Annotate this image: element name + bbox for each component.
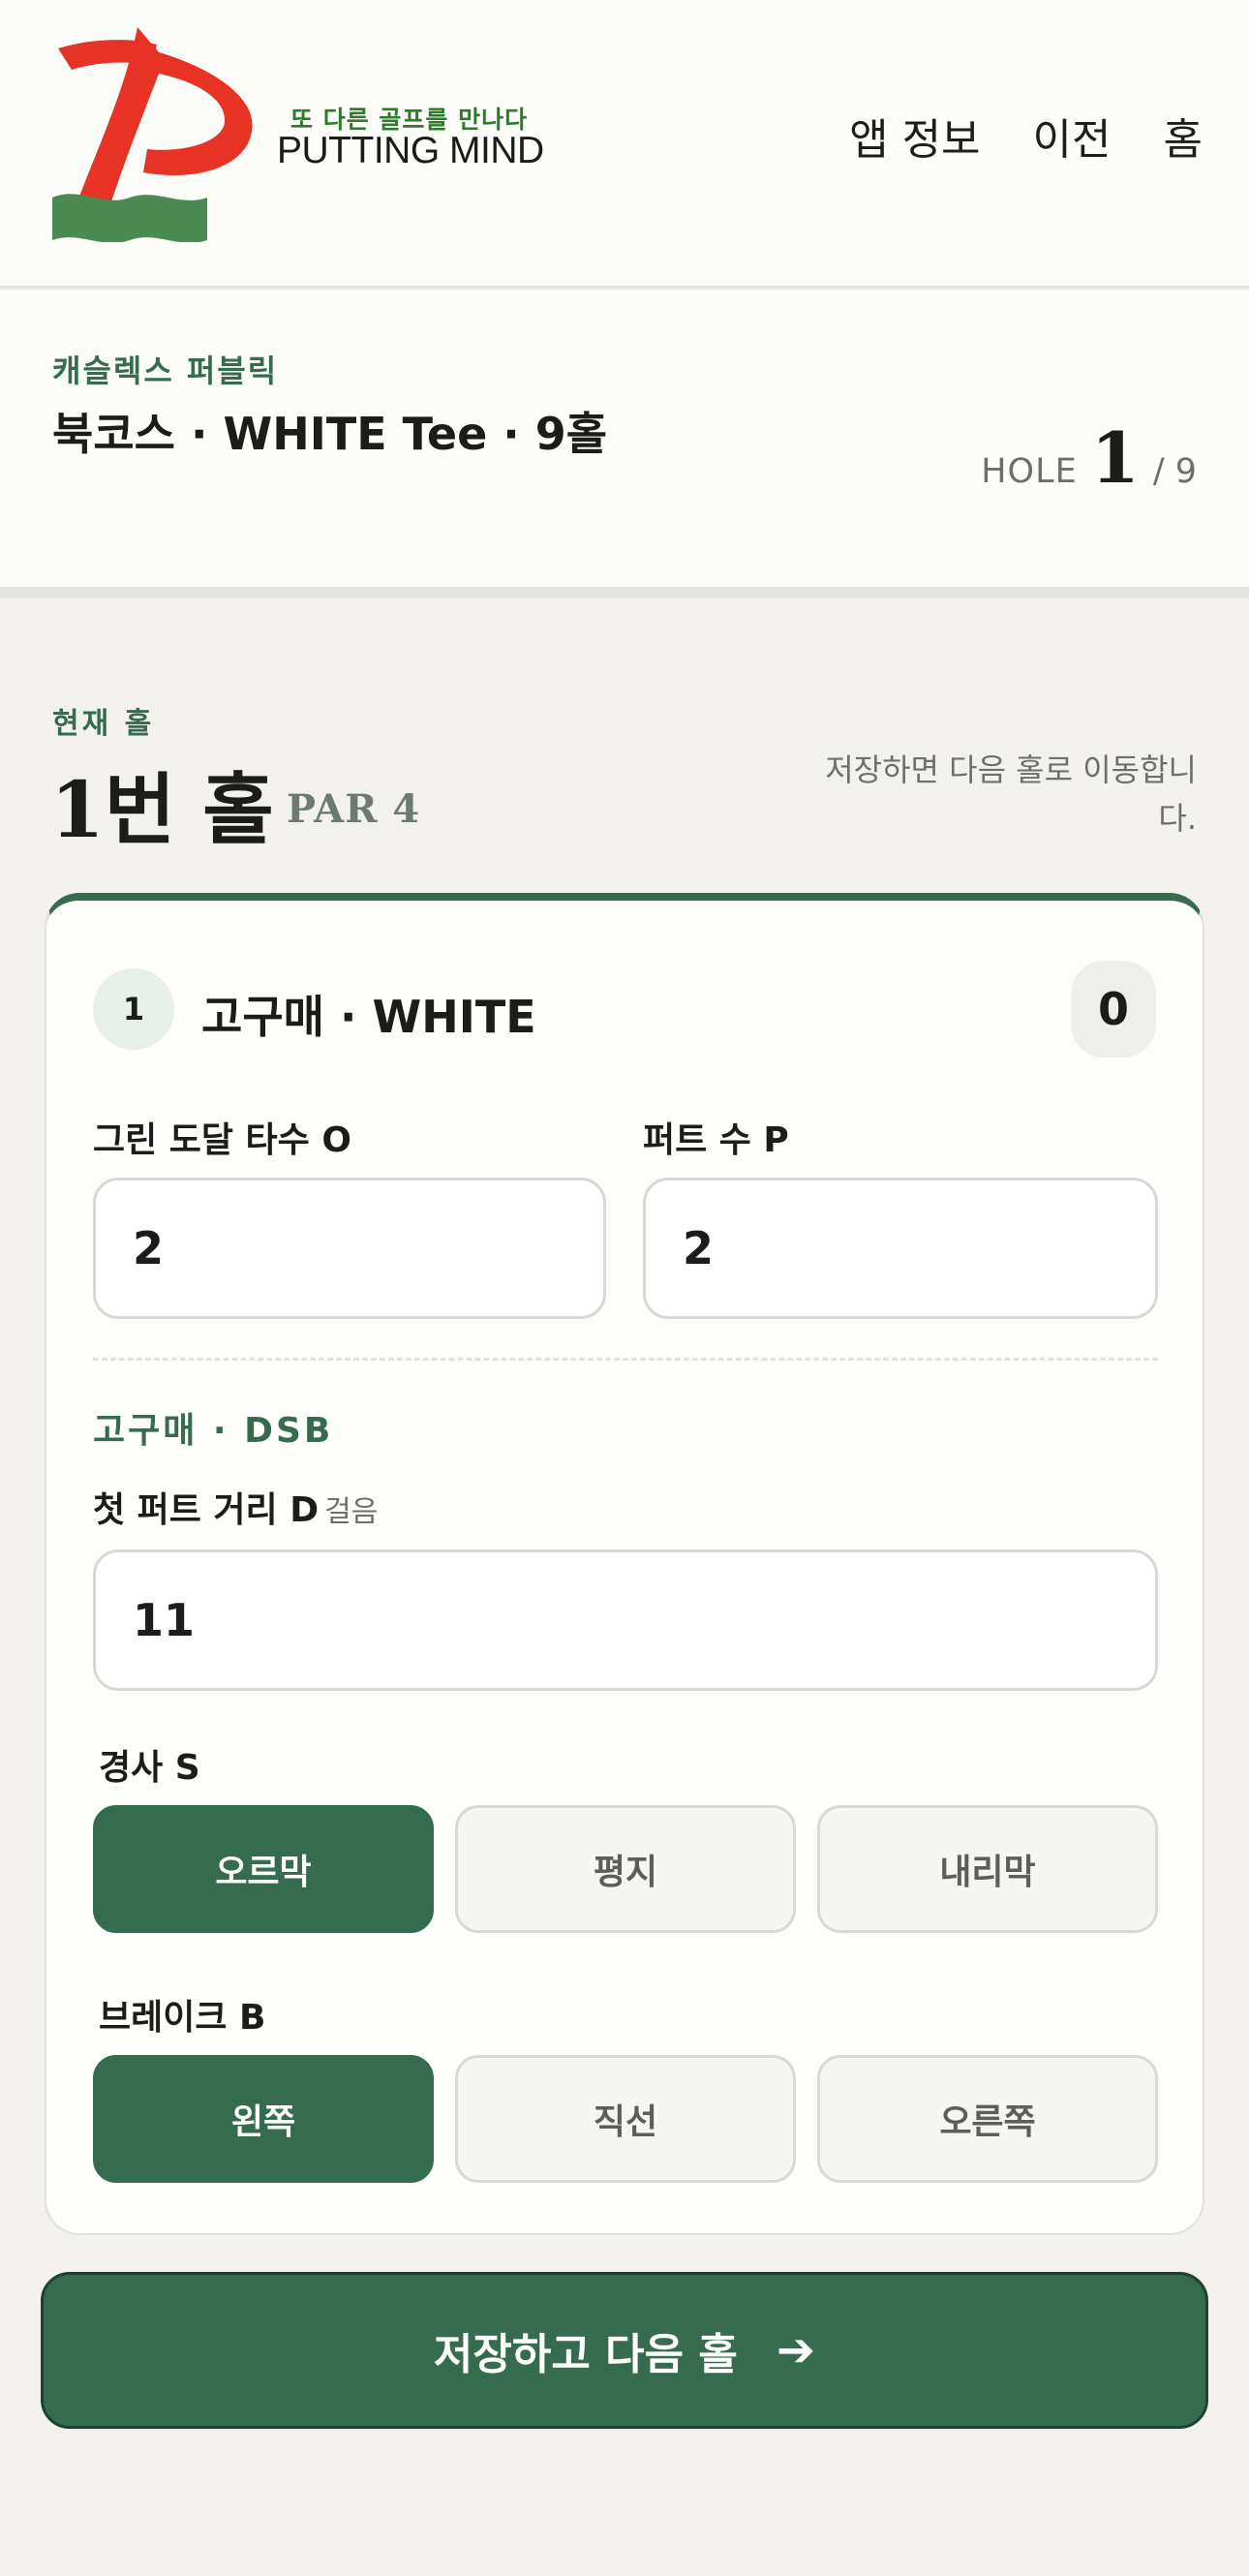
break-option-right[interactable]: 오른쪽 bbox=[817, 2055, 1158, 2183]
hole-counter-total: / 9 bbox=[1152, 452, 1197, 491]
break-option-straight[interactable]: 직선 bbox=[455, 2055, 796, 2183]
player-card: 1 고구매 · WHITE 0 그린 도달 타수 O 2 퍼트 수 P 2 고구… bbox=[45, 893, 1204, 2235]
first-putt-distance-label-text: 첫 퍼트 거리 D bbox=[93, 1490, 320, 1530]
green-strokes-input[interactable]: 2 bbox=[93, 1178, 606, 1319]
break-selector: 왼쪽 직선 오른쪽 bbox=[93, 2055, 1158, 2183]
slope-option-flat[interactable]: 평지 bbox=[455, 1805, 796, 1933]
putting-mind-logo-icon[interactable] bbox=[50, 27, 258, 242]
save-and-next-button[interactable]: 저장하고 다음 홀 ➔ bbox=[41, 2272, 1208, 2429]
course-info: 북코스 · WHITE Tee · 9홀 bbox=[52, 408, 608, 460]
app-header: 또 다른 골프를 만나다 PUTTING MIND 앱 정보 이전 홈 bbox=[0, 0, 1249, 289]
nav-previous[interactable]: 이전 bbox=[1033, 105, 1112, 167]
current-hole-label: 현재 홀 bbox=[52, 707, 155, 741]
player-score-badge: 0 bbox=[1071, 961, 1156, 1058]
nav-app-info[interactable]: 앱 정보 bbox=[849, 105, 980, 167]
save-hint: 저장하면 다음 홀로 이동합니다. bbox=[825, 751, 1197, 837]
player-number-badge: 1 bbox=[93, 968, 174, 1050]
putts-label: 퍼트 수 P bbox=[643, 1120, 789, 1160]
hole-par: PAR 4 bbox=[287, 786, 421, 832]
putts-input[interactable]: 2 bbox=[643, 1178, 1158, 1319]
dsb-section-label: 고구매 · DSB bbox=[93, 1411, 334, 1451]
hole-counter-current: 1 bbox=[1090, 416, 1140, 499]
break-option-left[interactable]: 왼쪽 bbox=[93, 2055, 434, 2183]
first-putt-distance-label: 첫 퍼트 거리 D 걸음 bbox=[93, 1482, 378, 1532]
first-putt-distance-input[interactable]: 11 bbox=[93, 1549, 1158, 1691]
section-divider bbox=[93, 1358, 1158, 1361]
course-bar: 캐슬렉스 퍼블릭 북코스 · WHITE Tee · 9홀 HOLE 1 / 9 bbox=[0, 291, 1249, 598]
hole-counter-label: HOLE bbox=[981, 452, 1078, 491]
top-nav: 앱 정보 이전 홈 bbox=[849, 105, 1203, 167]
nav-home[interactable]: 홈 bbox=[1164, 105, 1203, 167]
slope-option-downhill[interactable]: 내리막 bbox=[817, 1805, 1158, 1933]
slope-selector: 오르막 평지 내리막 bbox=[93, 1805, 1158, 1933]
logo-name: PUTTING MIND bbox=[277, 130, 544, 171]
slope-option-uphill[interactable]: 오르막 bbox=[93, 1805, 434, 1933]
break-label: 브레이크 B bbox=[99, 1998, 266, 2038]
hole-counter: HOLE 1 / 9 bbox=[981, 416, 1197, 499]
distance-unit: 걸음 bbox=[324, 1495, 379, 1529]
green-strokes-label: 그린 도달 타수 O bbox=[93, 1120, 351, 1160]
arrow-right-icon: ➔ bbox=[776, 2323, 816, 2377]
hole-title: 1번 홀 bbox=[50, 764, 274, 855]
slope-label: 경사 S bbox=[99, 1748, 200, 1788]
course-name: 캐슬렉스 퍼블릭 bbox=[52, 353, 279, 389]
save-and-next-label: 저장하고 다음 홀 bbox=[433, 2330, 738, 2379]
player-name: 고구매 · WHITE bbox=[201, 991, 536, 1043]
